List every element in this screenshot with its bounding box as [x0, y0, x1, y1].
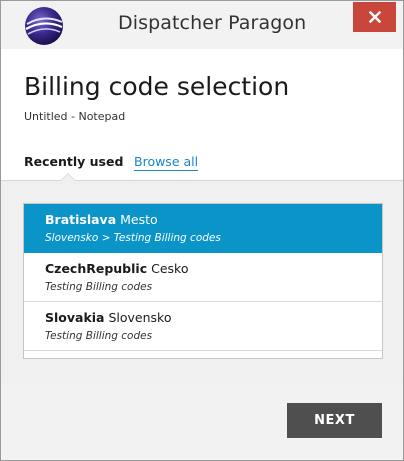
tab-recently-used[interactable]: Recently used [24, 154, 123, 169]
list-item-bratislava[interactable]: Bratislava Mesto Slovensko > Testing Bil… [24, 204, 382, 253]
title-bar: Dispatcher Paragon [1, 1, 403, 49]
next-button[interactable]: NEXT [287, 403, 382, 438]
item-name: Bratislava [45, 212, 117, 227]
page-subtitle: Untitled - Notepad [24, 110, 126, 123]
item-description: Mesto [120, 212, 158, 227]
app-title: Dispatcher Paragon [118, 12, 307, 34]
tab-indicator-fill [61, 174, 75, 181]
item-path: Slovensko > Testing Billing codes [45, 232, 221, 244]
list-item-slovakia[interactable]: Slovakia Slovensko Testing Billing codes [24, 302, 382, 351]
item-description: Slovensko [108, 310, 172, 325]
page-title: Billing code selection [24, 72, 290, 101]
content-area: Bratislava Mesto Slovensko > Testing Bil… [1, 173, 403, 384]
dialog-window: Dispatcher Paragon Billing code selectio… [0, 0, 404, 461]
item-name: Slovakia [45, 310, 105, 325]
footer: NEXT [1, 383, 403, 460]
billing-code-list[interactable]: Bratislava Mesto Slovensko > Testing Bil… [23, 203, 383, 359]
item-path: Testing Billing codes [45, 330, 153, 342]
item-path: Testing Billing codes [45, 281, 153, 293]
close-icon [368, 11, 381, 23]
app-logo-icon [22, 4, 66, 48]
item-description: Cesko [151, 261, 189, 276]
item-name: CzechRepublic [45, 261, 148, 276]
tab-browse-all[interactable]: Browse all [134, 154, 199, 171]
close-button[interactable] [353, 2, 396, 32]
list-item-czechrepublic[interactable]: CzechRepublic Cesko Testing Billing code… [24, 253, 382, 302]
